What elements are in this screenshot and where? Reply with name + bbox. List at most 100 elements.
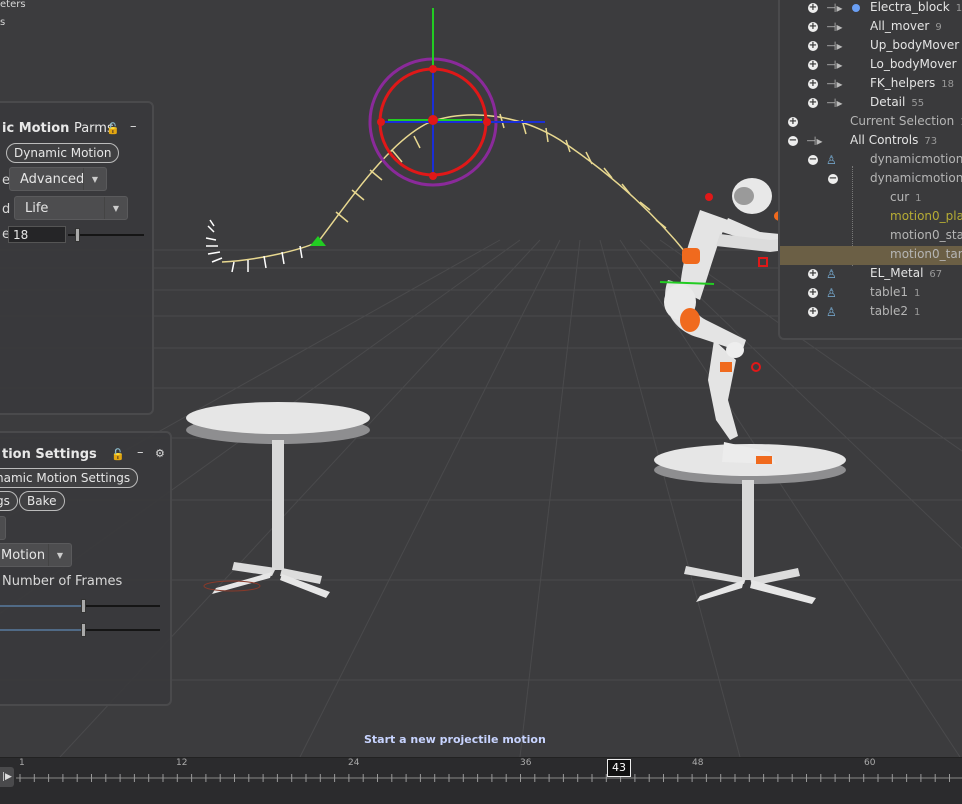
- outliner-item-name: motion0_targ: [890, 247, 962, 261]
- collapse-icon[interactable]: −: [788, 136, 798, 146]
- frames-slider-fill[interactable]: [0, 605, 84, 607]
- outliner-row[interactable]: + ♙ EL_Metal 67: [780, 265, 962, 284]
- expand-icon[interactable]: +: [788, 117, 798, 127]
- lock-icon[interactable]: 🔓: [106, 123, 120, 135]
- outliner-row[interactable]: − ⊣▸ All Controls 73: [780, 132, 962, 151]
- tab-settings[interactable]: gs: [0, 491, 18, 511]
- outliner-row[interactable]: + ⊣▸ Electra_block16: [780, 0, 962, 18]
- current-frame-indicator[interactable]: 43: [607, 759, 631, 777]
- expand-icon[interactable]: +: [808, 98, 818, 108]
- outliner-item-name: Current Selection1: [850, 114, 962, 128]
- outliner-item-name: table2 1: [870, 304, 921, 318]
- lock-icon[interactable]: 🔓: [111, 449, 125, 461]
- second-slider-thumb[interactable]: [81, 623, 86, 637]
- tick-label: 12: [176, 758, 188, 768]
- outliner-row[interactable]: + Current Selection1: [780, 113, 962, 132]
- minimize-icon[interactable]: –: [137, 446, 144, 459]
- expand-icon[interactable]: +: [808, 79, 818, 89]
- second-slider-track[interactable]: [84, 629, 160, 631]
- expand-icon[interactable]: +: [808, 22, 818, 32]
- motion-dropdown[interactable]: Motion ▼: [0, 543, 72, 567]
- start-marker[interactable]: [310, 236, 326, 246]
- frames-label: Number of Frames: [2, 574, 123, 589]
- outliner-item-name: Lo_bodyMover5: [870, 57, 957, 71]
- character-icon: ♙: [826, 305, 837, 319]
- outliner-row[interactable]: motion0_start: [780, 227, 962, 246]
- outliner-row[interactable]: + ♙ table1 1: [780, 284, 962, 303]
- dynamic-motion-settings-panel: tion Settings 🔓 – ⚙ namic Motion Setting…: [0, 431, 172, 706]
- tick-label: 24: [348, 758, 360, 768]
- layer-icon: ⊣▸: [826, 58, 843, 72]
- second-slider-fill[interactable]: [0, 629, 84, 631]
- start-ticks: [205, 219, 303, 273]
- outliner-row[interactable]: + ⊣▸ Up_bodyMover5: [780, 37, 962, 56]
- outliner-row[interactable]: − dynamicmotion: [780, 170, 962, 189]
- expand-icon[interactable]: +: [808, 60, 818, 70]
- field-value: Life: [25, 201, 49, 216]
- minimize-icon[interactable]: –: [130, 120, 137, 133]
- expand-icon[interactable]: +: [808, 307, 818, 317]
- tick-label: 48: [692, 758, 704, 768]
- character-icon: ♙: [826, 153, 837, 167]
- expand-icon[interactable]: +: [808, 41, 818, 51]
- layer-icon: ⊣▸: [826, 39, 843, 53]
- layer-icon: ⊣▸: [806, 134, 823, 148]
- frames-slider-thumb[interactable]: [81, 599, 86, 613]
- number-slider-thumb[interactable]: [75, 228, 80, 242]
- layer-icon: ⊣▸: [826, 20, 843, 34]
- outliner-row[interactable]: − ♙ dynamicmotion: [780, 151, 962, 170]
- tab-bake[interactable]: Bake: [19, 491, 65, 511]
- outliner-row[interactable]: + ⊣▸ All_mover 9: [780, 18, 962, 37]
- target-manipulator[interactable]: [368, 8, 545, 187]
- mode-dropdown[interactable]: Advanced ▼: [9, 167, 107, 191]
- chevron-down-icon: ▼: [83, 168, 106, 190]
- collapse-icon[interactable]: −: [828, 174, 838, 184]
- layer-icon: ⊣▸: [826, 77, 843, 91]
- settings-icon[interactable]: ⚙: [155, 448, 165, 460]
- outliner-item-name: cur 1: [890, 190, 922, 204]
- outliner-item-name: Detail 55: [870, 95, 925, 109]
- frames-slider-track[interactable]: [84, 605, 160, 607]
- outliner-row[interactable]: cur 1: [780, 189, 962, 208]
- small-button[interactable]: [0, 516, 6, 540]
- layer-icon: ⊣▸: [826, 96, 843, 110]
- outliner-item-name: All_mover 9: [870, 19, 942, 33]
- panel-fragment-label: eters: [0, 0, 26, 10]
- field-label: d: [2, 202, 11, 217]
- status-message: Start a new projectile motion: [364, 733, 546, 746]
- settings-title: tion Settings: [2, 447, 97, 462]
- chevron-down-icon: ▼: [48, 544, 71, 566]
- curve-ticks: [335, 113, 667, 229]
- character-icon: ♙: [826, 286, 837, 300]
- outliner-item-name: Up_bodyMover5: [870, 38, 960, 52]
- outliner-row[interactable]: + ⊣▸ FK_helpers 18: [780, 75, 962, 94]
- outliner-row[interactable]: + ⊣▸ Lo_bodyMover5: [780, 56, 962, 75]
- number-field[interactable]: 18: [8, 226, 66, 243]
- outliner-item-name: All Controls 73: [850, 133, 938, 147]
- outliner-row[interactable]: motion0_plar: [780, 208, 962, 227]
- expand-icon[interactable]: +: [808, 269, 818, 279]
- chevron-down-icon: ▼: [104, 197, 127, 219]
- timeline-ruler[interactable]: [0, 758, 962, 804]
- expand-icon[interactable]: +: [808, 3, 818, 13]
- outliner-item-name: dynamicmotion: [870, 171, 962, 185]
- character-icon: ♙: [826, 267, 837, 281]
- collapse-icon[interactable]: −: [808, 155, 818, 165]
- field-dropdown[interactable]: Life ▼: [14, 196, 128, 220]
- tab-dynamic-motion[interactable]: Dynamic Motion: [6, 143, 120, 163]
- outliner-row-selected[interactable]: motion0_targ: [780, 246, 962, 265]
- outliner-item-name: Electra_block16: [870, 0, 962, 14]
- expand-icon[interactable]: +: [808, 288, 818, 298]
- panel-fragment-label-2: s: [0, 17, 6, 28]
- timeline[interactable]: |▶ 1 12 24 36 48 60 43: [0, 757, 962, 804]
- layer-icon: ⊣▸: [826, 1, 843, 15]
- panel-title: ic Motion Parms: [2, 121, 114, 136]
- outliner-row[interactable]: + ⊣▸ Detail 55: [780, 94, 962, 113]
- motion-value: Motion: [1, 548, 46, 563]
- projectile-curve[interactable]: [221, 114, 691, 263]
- outliner-row[interactable]: + ♙ table2 1: [780, 303, 962, 322]
- outliner-panel: + ⊣▸ Electra_block16 + ⊣▸ All_mover9 + ⊣…: [778, 0, 962, 340]
- tab-dynamic-motion-settings[interactable]: namic Motion Settings: [0, 468, 139, 488]
- tick-label: 36: [520, 758, 532, 768]
- outliner-item-name: dynamicmotion: [870, 152, 962, 166]
